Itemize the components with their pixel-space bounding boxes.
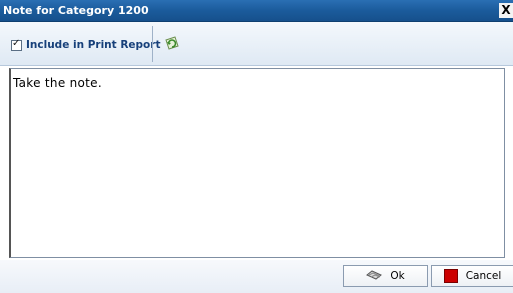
toolbar-separator [152,26,153,62]
cancel-icon [443,269,458,283]
toolbar: Include in Print Report [0,22,513,66]
ok-label: Ok [390,270,405,282]
ok-icon [366,268,383,285]
checkbox-checked-icon[interactable] [11,38,22,51]
cancel-button[interactable]: Cancel [431,265,513,287]
note-editor[interactable]: Take the note. [9,68,505,258]
window-title: Note for Category 1200 [3,4,149,17]
note-text[interactable]: Take the note. [13,76,102,90]
include-in-print-report-checkbox[interactable]: Include in Print Report [11,38,160,52]
cancel-label: Cancel [465,270,502,282]
dialog-footer: Ok Cancel [0,260,513,293]
ok-button[interactable]: Ok [343,265,428,287]
refresh-icon[interactable] [162,34,182,54]
title-bar: Note for Category 1200 X [0,0,513,22]
include-in-print-report-label: Include in Print Report [26,39,161,51]
close-icon[interactable]: X [499,3,513,18]
